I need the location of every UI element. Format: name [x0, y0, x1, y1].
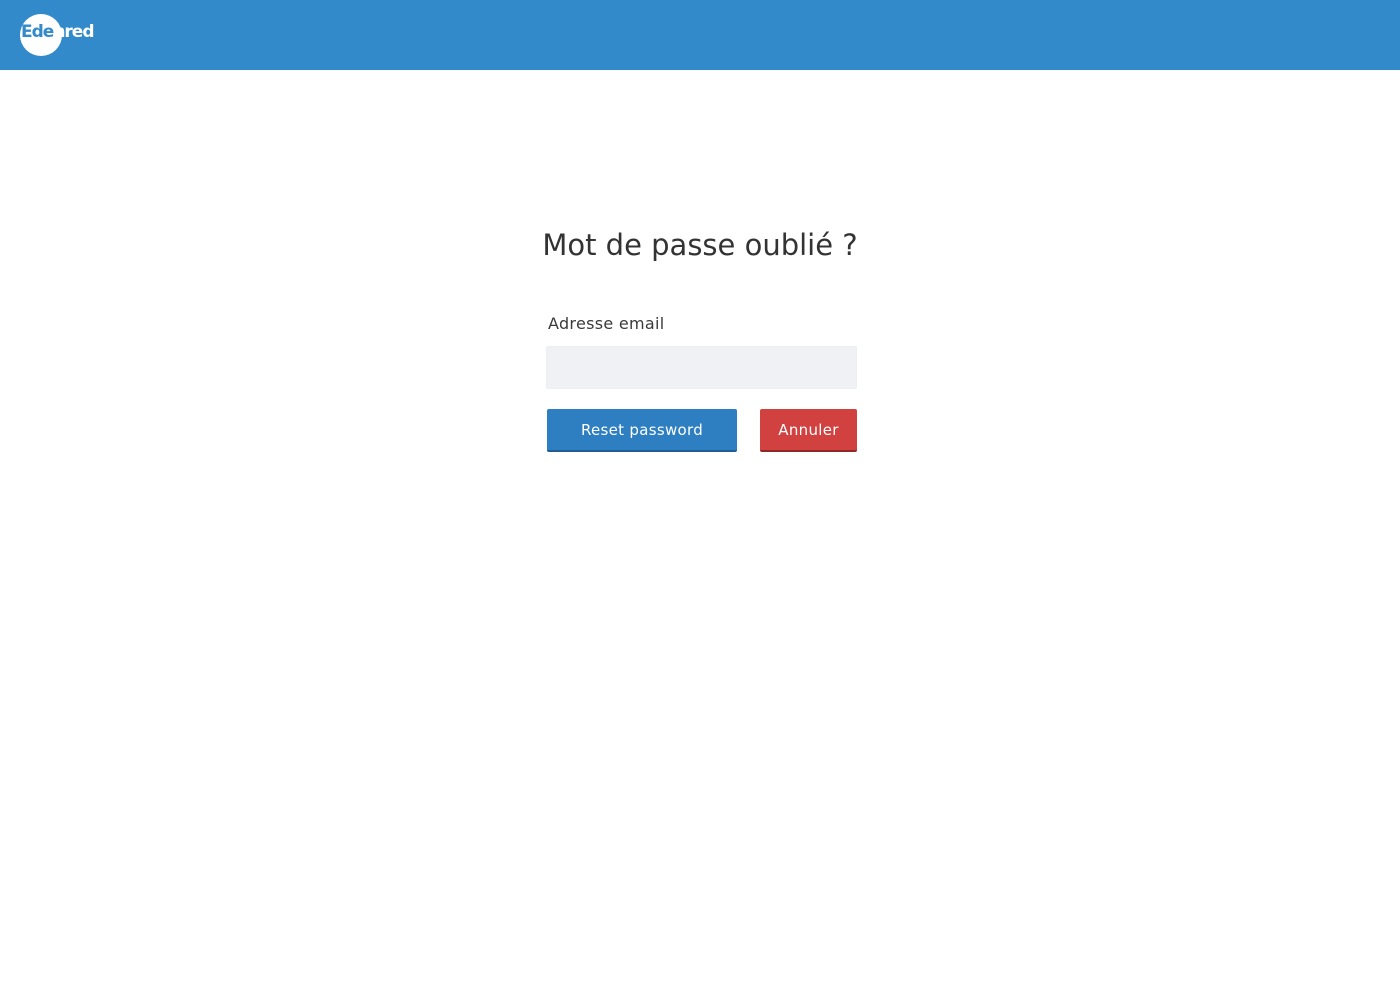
logo-text-part-b: nred: [53, 22, 94, 42]
email-input[interactable]: [546, 346, 857, 389]
logo-text: Edenred: [21, 22, 95, 42]
edenred-logo[interactable]: Edenred: [20, 12, 96, 58]
reset-password-button[interactable]: Reset password: [547, 409, 737, 452]
cancel-button[interactable]: Annuler: [760, 409, 857, 452]
top-header: Edenred: [0, 0, 1400, 70]
page-title: Mot de passe oublié ?: [542, 228, 858, 262]
logo-text-part-a: Ede: [21, 22, 54, 42]
email-label: Adresse email: [548, 314, 665, 333]
